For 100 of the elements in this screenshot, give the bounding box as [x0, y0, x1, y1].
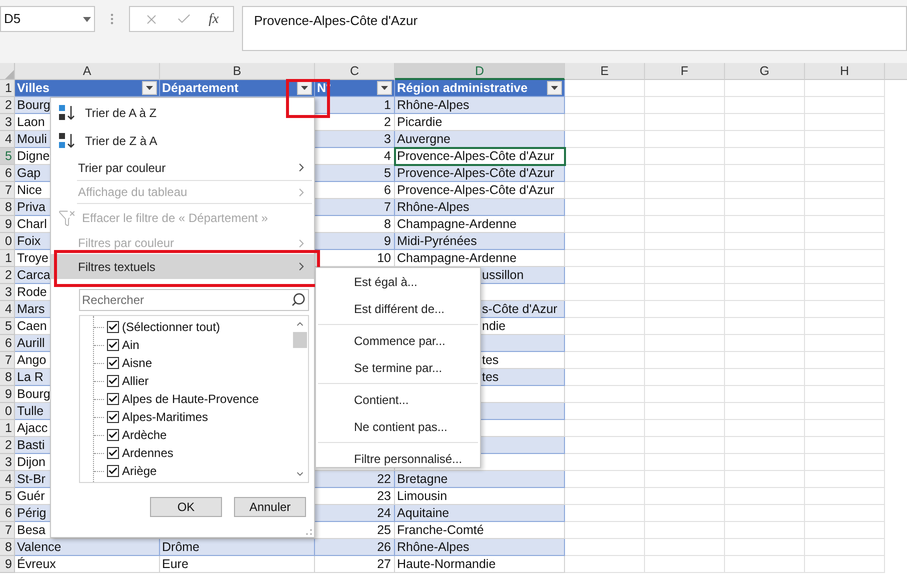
row-header[interactable]: 7 [0, 522, 15, 539]
table-cell: Midi-Pyrénées [395, 233, 565, 250]
formula-field[interactable]: Provence-Alpes-Côte d'Azur [242, 6, 907, 51]
corner-triangle-icon [5, 70, 14, 79]
table-cell: 22 [315, 471, 395, 488]
table-cell: Limousin [395, 488, 565, 505]
name-box[interactable]: D5 [0, 6, 95, 32]
row-header[interactable]: 7 [0, 352, 15, 369]
table-cell: Provence-Alpes-Côte d'Azur [395, 165, 565, 182]
row-header[interactable]: 6 [0, 505, 15, 522]
caret-icon [301, 86, 308, 90]
checkbox[interactable] [107, 393, 119, 405]
row-header[interactable]: 3 [0, 114, 15, 131]
table-cell: 6 [315, 182, 395, 199]
value-checkbox-item[interactable]: Aisne [94, 354, 154, 372]
value-checkbox-item[interactable]: Ain [94, 336, 142, 354]
row-header[interactable]: 2 [0, 267, 15, 284]
table-cell: 10 [315, 250, 395, 267]
row-header[interactable]: 5 [0, 148, 15, 165]
filter-dropdown-button[interactable] [142, 81, 157, 95]
row-header[interactable]: 4 [0, 131, 15, 148]
row-header[interactable]: 8 [0, 199, 15, 216]
table-cell: Champagne-Ardenne [395, 216, 565, 233]
value-label: Aisne [122, 355, 152, 371]
table-cell: Eure [160, 556, 315, 573]
checkbox[interactable] [107, 375, 119, 387]
row-header[interactable]: 0 [0, 403, 15, 420]
table-cell: Bretagne [395, 471, 565, 488]
column-header[interactable]: H [805, 63, 885, 80]
checkbox[interactable] [107, 339, 119, 351]
row-header[interactable]: 2 [0, 97, 15, 114]
insert-function-button[interactable]: fx [208, 8, 219, 30]
column-header[interactable]: G [725, 63, 805, 80]
table-cell: Champagne-Ardenne [395, 250, 565, 267]
column-header[interactable]: D [395, 63, 565, 80]
table-cell: Évreux [15, 556, 160, 573]
row-header[interactable]: 5 [0, 318, 15, 335]
row-header[interactable]: 1 [0, 250, 15, 267]
search-icon [291, 292, 306, 307]
column-header[interactable]: F [645, 63, 725, 80]
menu-item[interactable]: Ne contient pas... [316, 413, 480, 440]
checkbox[interactable] [107, 411, 119, 423]
table-cell: Drôme [160, 539, 315, 556]
table-cell: 27 [315, 556, 395, 573]
checkbox[interactable] [107, 447, 119, 459]
row-header[interactable]: 7 [0, 182, 15, 199]
menu-item[interactable]: Filtre personnalisé... [316, 445, 480, 472]
table-cell: Franche-Comté [395, 522, 565, 539]
table-cell: Provence-Alpes-Côte d'Azur [395, 148, 565, 165]
checkbox[interactable] [107, 321, 119, 333]
caret-icon [83, 16, 91, 22]
table-cell: 23 [315, 488, 395, 505]
row-header[interactable]: 3 [0, 454, 15, 471]
table-cell: 24 [315, 505, 395, 522]
resize-grip-icon[interactable] [306, 529, 312, 535]
checkbox[interactable] [107, 465, 119, 477]
table-cell: 26 [315, 539, 395, 556]
row-header[interactable]: 0 [0, 233, 15, 250]
table-cell: Picardie [395, 114, 565, 131]
row-header[interactable]: 4 [0, 471, 15, 488]
table-cell: Aquitaine [395, 505, 565, 522]
table-cell: Rhône-Alpes [395, 199, 565, 216]
table-cell: Provence-Alpes-Côte d'Azur [395, 182, 565, 199]
table-cell: 25 [315, 522, 395, 539]
menu-item[interactable]: Filtres textuels [51, 254, 314, 279]
row-header[interactable]: 8 [0, 539, 15, 556]
checkbox[interactable] [107, 357, 119, 369]
cancel-button[interactable]: Annuler [234, 497, 306, 517]
row-header[interactable]: 6 [0, 165, 15, 182]
row-header[interactable]: 8 [0, 369, 15, 386]
filter-dropdown-button[interactable] [297, 81, 312, 95]
caret-icon [381, 86, 388, 90]
table-cell: 4 [315, 148, 395, 165]
row-header[interactable]: 9 [0, 556, 15, 573]
scroll-thumb[interactable] [293, 332, 307, 348]
sort-ascending-icon [58, 104, 76, 122]
table-cell: Rhône-Alpes [395, 539, 565, 556]
row-header[interactable]: 5 [0, 488, 15, 505]
row-header[interactable]: 4 [0, 301, 15, 318]
row-header[interactable]: 2 [0, 437, 15, 454]
caret-icon [551, 86, 558, 90]
menu-item[interactable]: Contient... [316, 386, 480, 413]
column-header[interactable]: E [565, 63, 645, 80]
caret-icon [146, 86, 153, 90]
row-header[interactable]: 9 [0, 386, 15, 403]
column-title: Villes [17, 80, 50, 96]
row-header[interactable]: 9 [0, 216, 15, 233]
row-header[interactable]: 1 [0, 80, 15, 97]
row-header[interactable]: 1 [0, 420, 15, 437]
table-cell: 7 [315, 199, 395, 216]
checkbox[interactable] [107, 429, 119, 441]
row-header[interactable]: 3 [0, 284, 15, 301]
value-label: Allier [122, 373, 149, 389]
table-cell: 5 [315, 165, 395, 182]
row-header[interactable]: 6 [0, 335, 15, 352]
ok-button[interactable]: OK [150, 497, 222, 517]
filter-dropdown-button[interactable] [547, 81, 562, 95]
filter-dropdown-button[interactable] [377, 81, 392, 95]
search-field[interactable]: Rechercher [79, 289, 309, 311]
value-label: Ain [122, 337, 140, 353]
